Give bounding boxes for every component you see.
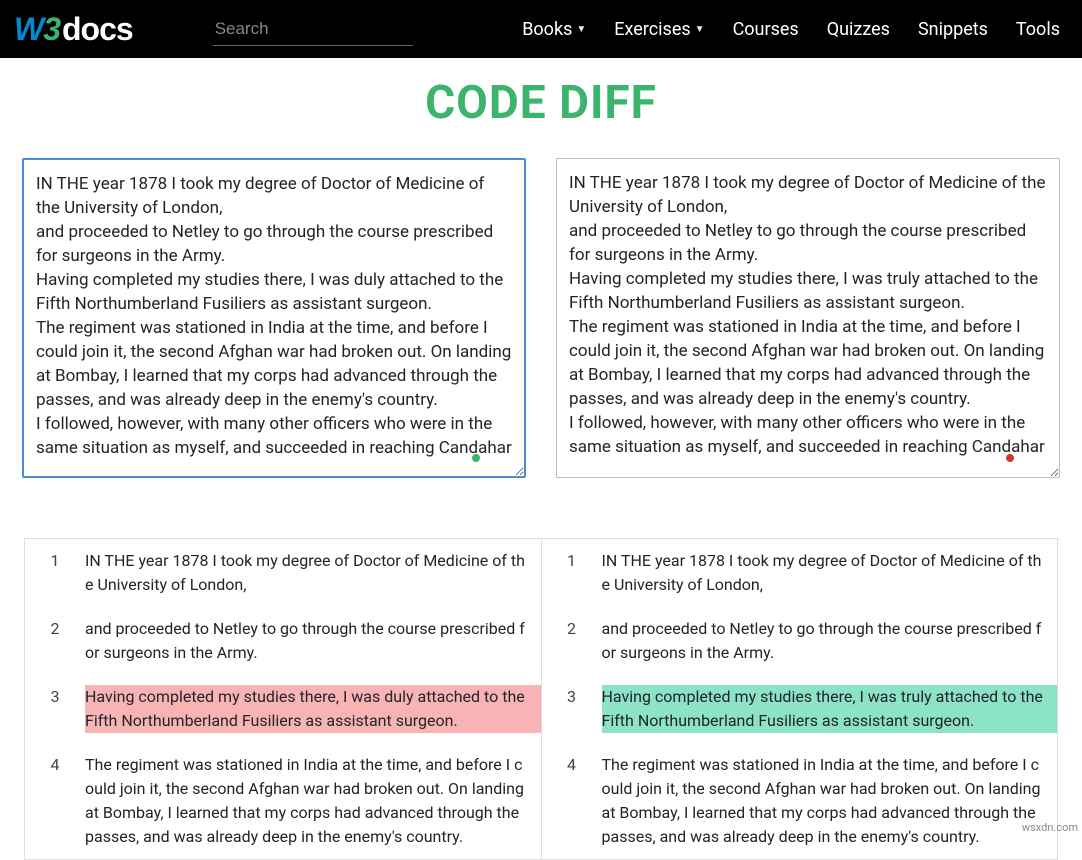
chevron-down-icon: ▼	[576, 24, 586, 35]
line-number: 3	[25, 685, 85, 706]
line-text: IN THE year 1878 I took my degree of Doc…	[85, 549, 541, 597]
diff-row: 2and proceeded to Netley to go through t…	[25, 607, 541, 675]
right-textarea[interactable]	[556, 158, 1060, 478]
nav-links: Books▼ Exercises▼ Courses Quizzes Snippets To…	[522, 19, 1068, 40]
diff-right-column: 1IN THE year 1878 I took my degree of Do…	[541, 539, 1058, 859]
line-text: The regiment was stationed in India at t…	[602, 753, 1058, 849]
chevron-down-icon: ▼	[695, 24, 705, 35]
diff-output: 1IN THE year 1878 I took my degree of Do…	[24, 538, 1058, 860]
diff-row: 3Having completed my studies there, I wa…	[25, 675, 541, 743]
status-dot-icon	[1006, 454, 1014, 462]
search-wrap	[213, 13, 413, 46]
nav-item-tools[interactable]: Tools	[1016, 19, 1060, 40]
left-textarea[interactable]	[22, 158, 526, 478]
watermark: wsxdn.com	[1022, 821, 1078, 834]
nav-item-exercises[interactable]: Exercises▼	[614, 19, 704, 40]
line-number: 4	[542, 753, 602, 774]
diff-left-column: 1IN THE year 1878 I took my degree of Do…	[25, 539, 541, 859]
diff-row: 1IN THE year 1878 I took my degree of Do…	[25, 539, 541, 607]
diff-row: 3Having completed my studies there, I wa…	[542, 675, 1058, 743]
line-number: 1	[542, 549, 602, 570]
nav-item-books[interactable]: Books▼	[522, 19, 586, 40]
status-dot-icon	[472, 454, 480, 462]
diff-row: 4The regiment was stationed in India at …	[25, 743, 541, 859]
logo[interactable]: W3docs	[14, 11, 133, 48]
diff-row: 2and proceeded to Netley to go through t…	[542, 607, 1058, 675]
line-number: 2	[25, 617, 85, 638]
line-text: and proceeded to Netley to go through th…	[602, 617, 1058, 665]
diff-row: 1IN THE year 1878 I took my degree of Do…	[542, 539, 1058, 607]
nav-item-snippets[interactable]: Snippets	[918, 19, 988, 40]
input-panes	[0, 158, 1082, 482]
line-text: The regiment was stationed in India at t…	[85, 753, 541, 849]
navbar: W3docs Books▼ Exercises▼ Courses Quizzes Sni…	[0, 0, 1082, 58]
nav-item-quizzes[interactable]: Quizzes	[827, 19, 890, 40]
right-pane	[556, 158, 1060, 482]
search-input[interactable]	[213, 13, 413, 46]
line-number: 1	[25, 549, 85, 570]
diff-row: 4The regiment was stationed in India at …	[542, 743, 1058, 859]
left-pane	[22, 158, 526, 482]
nav-item-courses[interactable]: Courses	[733, 19, 799, 40]
line-number: 3	[542, 685, 602, 706]
line-number: 4	[25, 753, 85, 774]
line-text: and proceeded to Netley to go through th…	[85, 617, 541, 665]
line-number: 2	[542, 617, 602, 638]
line-text: IN THE year 1878 I took my degree of Doc…	[602, 549, 1058, 597]
line-text: Having completed my studies there, I was…	[85, 685, 541, 733]
line-text: Having completed my studies there, I was…	[602, 685, 1058, 733]
page-title: CODE DIFF	[0, 76, 1082, 130]
